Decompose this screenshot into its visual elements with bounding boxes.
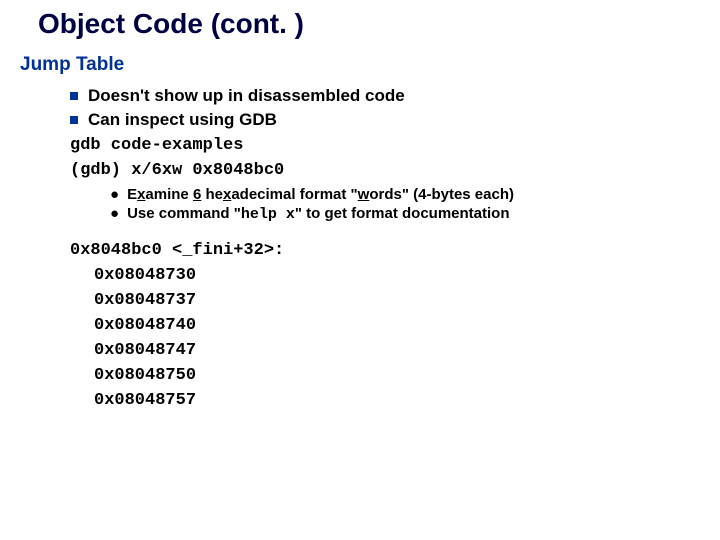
sub-bullet-item: ● Examine 6 hexadecimal format "words" (… [110, 186, 700, 203]
bullet-item: Can inspect using GDB [70, 110, 700, 130]
slide: Object Code (cont. ) Jump Table Doesn't … [0, 0, 720, 410]
text-fragment: he [201, 186, 223, 203]
dump-value: 0x08048747 [94, 341, 700, 360]
dump-value: 0x08048750 [94, 366, 700, 385]
bullet-list: Doesn't show up in disassembled code Can… [70, 86, 700, 130]
dump-value: 0x08048730 [94, 266, 700, 285]
text-fragment: ords" (4-bytes each) [369, 186, 514, 203]
sub-bullet-list: ● Examine 6 hexadecimal format "words" (… [110, 186, 700, 223]
sub-bullet-item: ● Use command "help x" to get format doc… [110, 205, 700, 223]
text-fragment: adecimal format " [231, 186, 357, 203]
text-fragment: " to get format documentation [295, 205, 510, 222]
slide-title: Object Code (cont. ) [38, 8, 700, 40]
square-bullet-icon [70, 92, 78, 100]
sub-bullet-text: Examine 6 hexadecimal format "words" (4-… [127, 186, 514, 203]
text-fragment: amine [145, 186, 193, 203]
dump-header: 0x8048bc0 <_fini+32>: [70, 241, 700, 260]
code-line: gdb code-examples [70, 136, 700, 155]
square-bullet-icon [70, 116, 78, 124]
dump-value: 0x08048737 [94, 291, 700, 310]
bullet-text: Doesn't show up in disassembled code [88, 86, 405, 106]
dump-value: 0x08048757 [94, 391, 700, 410]
code-inline: help x [241, 206, 295, 223]
section-heading: Jump Table [20, 54, 700, 76]
dump-value: 0x08048740 [94, 316, 700, 335]
dot-bullet-icon: ● [110, 187, 119, 202]
bullet-text: Can inspect using GDB [88, 110, 277, 130]
memory-dump: 0x8048bc0 <_fini+32>: 0x08048730 0x08048… [70, 241, 700, 410]
bullet-item: Doesn't show up in disassembled code [70, 86, 700, 106]
dot-bullet-icon: ● [110, 206, 119, 221]
sub-bullet-text: Use command "help x" to get format docum… [127, 205, 509, 223]
text-underline: w [358, 186, 370, 203]
text-fragment: Use command " [127, 205, 241, 222]
text-fragment: E [127, 186, 137, 203]
code-line: (gdb) x/6xw 0x8048bc0 [70, 161, 700, 180]
